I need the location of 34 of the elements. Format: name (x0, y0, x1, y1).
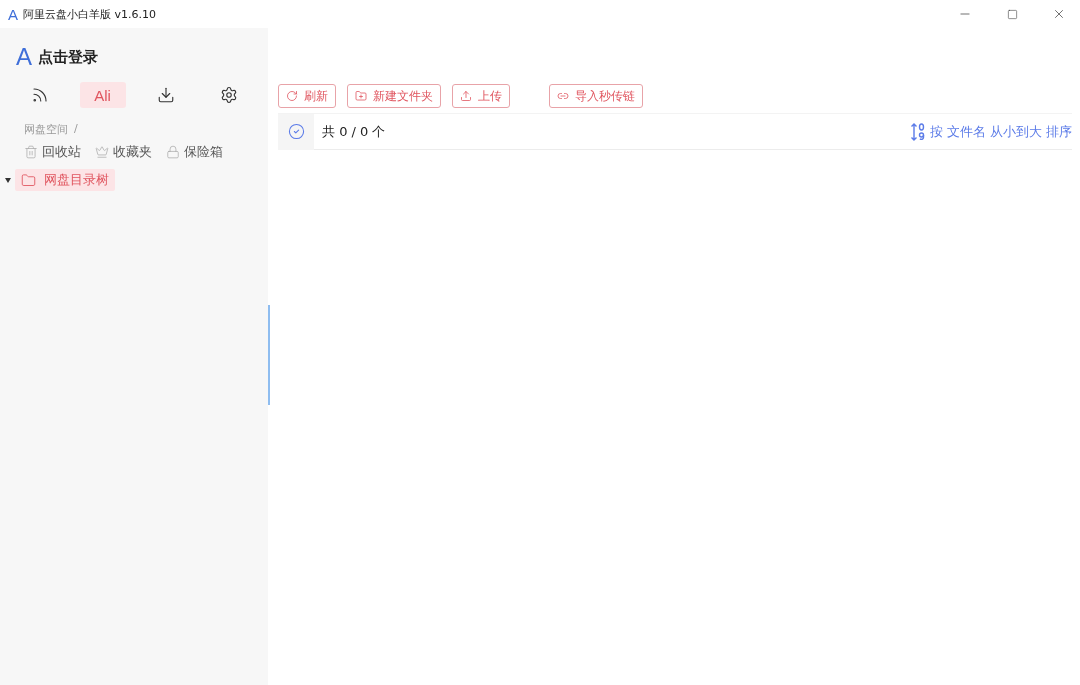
select-all-button[interactable] (278, 113, 314, 150)
lock-icon (166, 145, 180, 159)
check-circle-icon (287, 123, 305, 140)
ali-tab[interactable]: Ali (79, 82, 126, 108)
sort-icon (909, 121, 926, 142)
refresh-button[interactable]: 刷新 (278, 84, 336, 108)
crown-icon (95, 145, 109, 159)
rss-icon (30, 86, 49, 104)
window-title: 阿里云盘小白羊版 v1.6.10 (23, 6, 157, 22)
upload-button[interactable]: 上传 (452, 84, 510, 108)
trash-icon (24, 145, 38, 159)
safe-link[interactable]: 保险箱 (166, 143, 223, 161)
refresh-icon (286, 90, 298, 102)
favorites-link[interactable]: 收藏夹 (95, 143, 152, 161)
app-logo: A (16, 43, 32, 71)
folder-plus-icon (355, 90, 367, 102)
settings-icon (219, 86, 238, 104)
breadcrumb-item: 网盘空间 (24, 122, 68, 137)
close-icon (1052, 7, 1066, 21)
folder-icon (21, 172, 36, 188)
trash-link[interactable]: 回收站 (24, 143, 81, 161)
link-button[interactable]: 导入秒传链 (549, 84, 643, 108)
breadcrumb-item: / (74, 122, 78, 137)
link-icon (557, 90, 569, 102)
login-link[interactable]: 点击登录 (38, 47, 98, 67)
maximize-icon (1006, 8, 1018, 20)
upload-icon (460, 90, 472, 102)
sort-button[interactable]: 按 文件名 从小到大 排序 (909, 121, 1072, 142)
file-count: 共 0 / 0 个 (322, 122, 387, 141)
resize-handle[interactable] (268, 305, 270, 405)
new-folder-button[interactable]: 新建文件夹 (347, 84, 441, 108)
tree-item[interactable]: 网盘目录树 (15, 169, 115, 191)
download-icon (156, 86, 175, 104)
app-logo: A (8, 5, 18, 23)
